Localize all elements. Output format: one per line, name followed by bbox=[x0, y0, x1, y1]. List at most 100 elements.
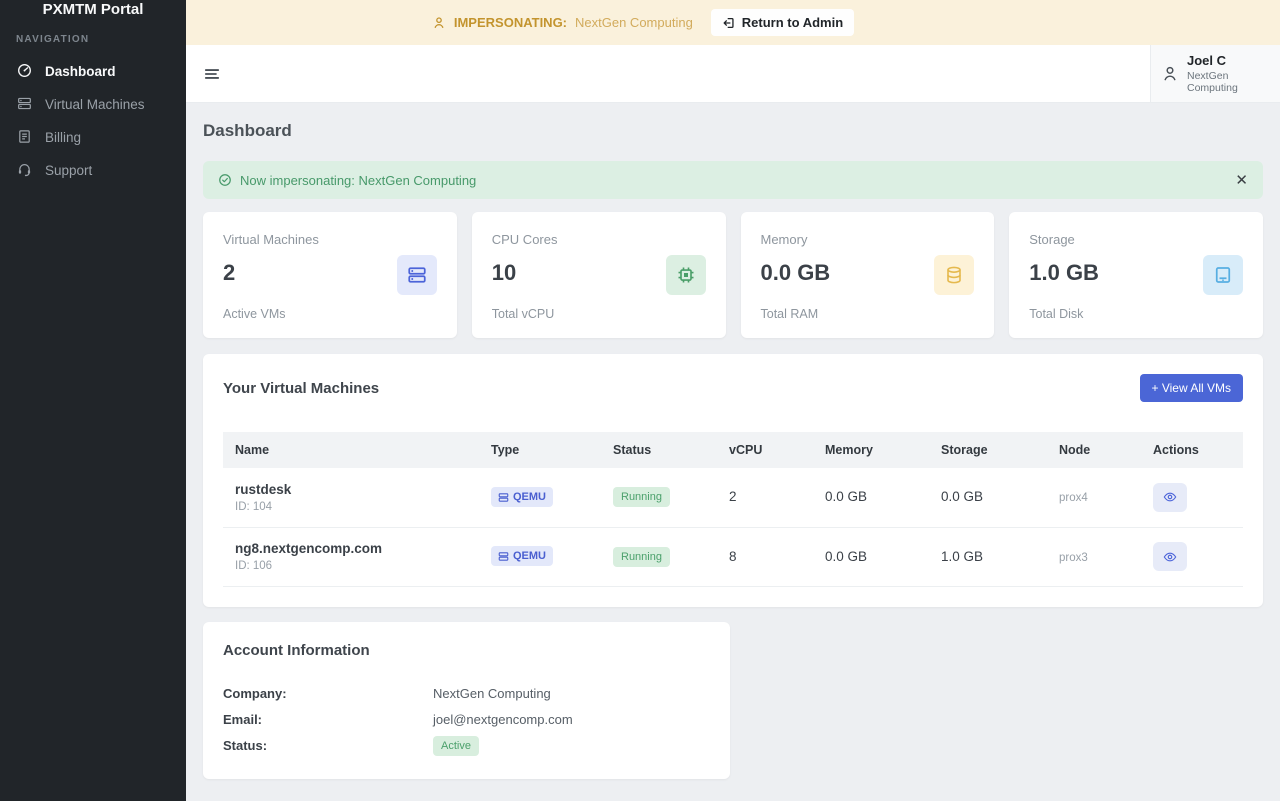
vm-section-heading: Your Virtual Machines bbox=[223, 380, 379, 397]
column-header-storage: Storage bbox=[929, 432, 1047, 468]
vm-id: ID: 104 bbox=[235, 501, 467, 513]
server-stack-icon bbox=[498, 551, 509, 562]
stat-subtitle: Total RAM bbox=[761, 307, 819, 321]
sidebar-item-label: Billing bbox=[45, 130, 81, 145]
view-vm-button[interactable] bbox=[1153, 483, 1187, 512]
vm-memory: 0.0 GB bbox=[825, 489, 867, 504]
check-circle-icon bbox=[218, 173, 232, 187]
column-header-memory: Memory bbox=[813, 432, 929, 468]
status-badge: Active bbox=[433, 736, 479, 756]
return-to-admin-button[interactable]: Return to Admin bbox=[711, 9, 854, 36]
account-information-section: Account Information Company: NextGen Com… bbox=[203, 622, 730, 779]
server-stack-icon bbox=[397, 255, 437, 295]
account-status-row: Status: Active bbox=[223, 733, 710, 759]
sidebar-toggle-button[interactable] bbox=[203, 65, 221, 83]
email-label: Email: bbox=[223, 712, 433, 727]
stat-card-storage: Storage 1.0 GB Total Disk bbox=[1009, 212, 1263, 338]
vm-name: ng8.nextgencomp.com bbox=[235, 541, 467, 556]
stat-title: CPU Cores bbox=[492, 232, 706, 247]
receipt-icon bbox=[17, 129, 32, 147]
box-arrow-left-icon bbox=[722, 16, 736, 30]
page-content: Dashboard Now impersonating: NextGen Com… bbox=[186, 103, 1280, 801]
headset-icon bbox=[17, 162, 32, 180]
account-details: Company: NextGen Computing Email: joel@n… bbox=[223, 681, 710, 759]
eye-icon bbox=[1163, 490, 1177, 504]
app-window: PXMTM Portal NAVIGATION Dashboard V bbox=[0, 0, 1280, 801]
impersonation-banner: IMPERSONATING: NextGen Computing Return … bbox=[186, 0, 1280, 45]
vm-memory: 0.0 GB bbox=[825, 549, 867, 564]
column-header-status: Status bbox=[601, 432, 717, 468]
view-all-vms-button[interactable]: + View All VMs bbox=[1140, 374, 1243, 402]
vm-table: Name Type Status vCPU Memory Storage Nod… bbox=[223, 432, 1243, 587]
column-header-type: Type bbox=[479, 432, 601, 468]
vm-status-badge: Running bbox=[613, 547, 670, 567]
impersonating-value: NextGen Computing bbox=[575, 15, 693, 30]
stat-title: Virtual Machines bbox=[223, 232, 437, 247]
vm-storage: 0.0 GB bbox=[941, 489, 983, 504]
email-value: joel@nextgencomp.com bbox=[433, 712, 573, 727]
cpu-chip-icon bbox=[666, 255, 706, 295]
hard-drive-icon bbox=[1203, 255, 1243, 295]
app-title: PXMTM Portal bbox=[0, 0, 186, 18]
top-bar: Joel C NextGen Computing bbox=[186, 45, 1280, 103]
user-icon bbox=[1161, 65, 1179, 83]
page-title: Dashboard bbox=[203, 121, 1263, 141]
person-icon bbox=[432, 16, 446, 30]
user-info: Joel C NextGen Computing bbox=[1187, 53, 1270, 94]
column-header-name: Name bbox=[223, 432, 479, 468]
table-row: ng8.nextgencomp.com ID: 106 QEMU bbox=[223, 527, 1243, 586]
server-stack-icon bbox=[17, 96, 32, 114]
vm-table-header-row: Name Type Status vCPU Memory Storage Nod… bbox=[223, 432, 1243, 468]
sidebar-item-support[interactable]: Support bbox=[0, 154, 186, 187]
sidebar-nav: Dashboard Virtual Machines Billing bbox=[0, 55, 186, 187]
vm-type-badge: QEMU bbox=[491, 487, 553, 507]
account-company-row: Company: NextGen Computing bbox=[223, 681, 710, 707]
impersonating-label: IMPERSONATING: bbox=[454, 15, 567, 30]
sidebar-item-virtual-machines[interactable]: Virtual Machines bbox=[0, 88, 186, 121]
stat-card-memory: Memory 0.0 GB Total RAM bbox=[741, 212, 995, 338]
table-row: rustdesk ID: 104 QEMU bbox=[223, 468, 1243, 527]
vm-storage: 1.0 GB bbox=[941, 549, 983, 564]
column-header-node: Node bbox=[1047, 432, 1141, 468]
main-area: IMPERSONATING: NextGen Computing Return … bbox=[186, 0, 1280, 801]
stats-row: Virtual Machines 2 Active VMs CPU Cores … bbox=[203, 212, 1263, 338]
vm-id: ID: 106 bbox=[235, 560, 467, 572]
user-company: NextGen Computing bbox=[1187, 70, 1270, 94]
sidebar-item-label: Dashboard bbox=[45, 64, 116, 79]
nav-section-label: NAVIGATION bbox=[0, 18, 186, 55]
stat-subtitle: Total Disk bbox=[1029, 307, 1083, 321]
user-menu[interactable]: Joel C NextGen Computing bbox=[1150, 45, 1280, 102]
vm-node: prox4 bbox=[1059, 492, 1088, 504]
vm-name: rustdesk bbox=[235, 482, 467, 497]
speedometer-icon bbox=[17, 63, 32, 81]
alert-close-icon[interactable]: ✕ bbox=[1235, 173, 1248, 188]
vm-vcpu: 8 bbox=[729, 549, 737, 564]
stat-subtitle: Total vCPU bbox=[492, 307, 555, 321]
stat-card-cpu-cores: CPU Cores 10 Total vCPU bbox=[472, 212, 726, 338]
status-label: Status: bbox=[223, 738, 433, 753]
impersonation-banner-content: IMPERSONATING: NextGen Computing Return … bbox=[432, 9, 854, 36]
account-heading: Account Information bbox=[223, 642, 710, 659]
vm-type-badge: QEMU bbox=[491, 546, 553, 566]
stat-card-virtual-machines: Virtual Machines 2 Active VMs bbox=[203, 212, 457, 338]
stat-subtitle: Active VMs bbox=[223, 307, 286, 321]
database-icon bbox=[934, 255, 974, 295]
view-vm-button[interactable] bbox=[1153, 542, 1187, 571]
user-name: Joel C bbox=[1187, 53, 1270, 68]
eye-icon bbox=[1163, 550, 1177, 564]
sidebar-item-billing[interactable]: Billing bbox=[0, 121, 186, 154]
return-to-admin-label: Return to Admin bbox=[742, 15, 843, 30]
column-header-vcpu: vCPU bbox=[717, 432, 813, 468]
sidebar: PXMTM Portal NAVIGATION Dashboard V bbox=[0, 0, 186, 801]
impersonation-alert: Now impersonating: NextGen Computing ✕ bbox=[203, 161, 1263, 199]
company-value: NextGen Computing bbox=[433, 686, 551, 701]
column-header-actions: Actions bbox=[1141, 432, 1243, 468]
vm-vcpu: 2 bbox=[729, 489, 737, 504]
vm-status-badge: Running bbox=[613, 487, 670, 507]
account-email-row: Email: joel@nextgencomp.com bbox=[223, 707, 710, 733]
virtual-machines-section: Your Virtual Machines + View All VMs Nam… bbox=[203, 354, 1263, 607]
stat-title: Storage bbox=[1029, 232, 1243, 247]
alert-text: Now impersonating: NextGen Computing bbox=[240, 173, 476, 188]
sidebar-item-dashboard[interactable]: Dashboard bbox=[0, 55, 186, 88]
company-label: Company: bbox=[223, 686, 433, 701]
